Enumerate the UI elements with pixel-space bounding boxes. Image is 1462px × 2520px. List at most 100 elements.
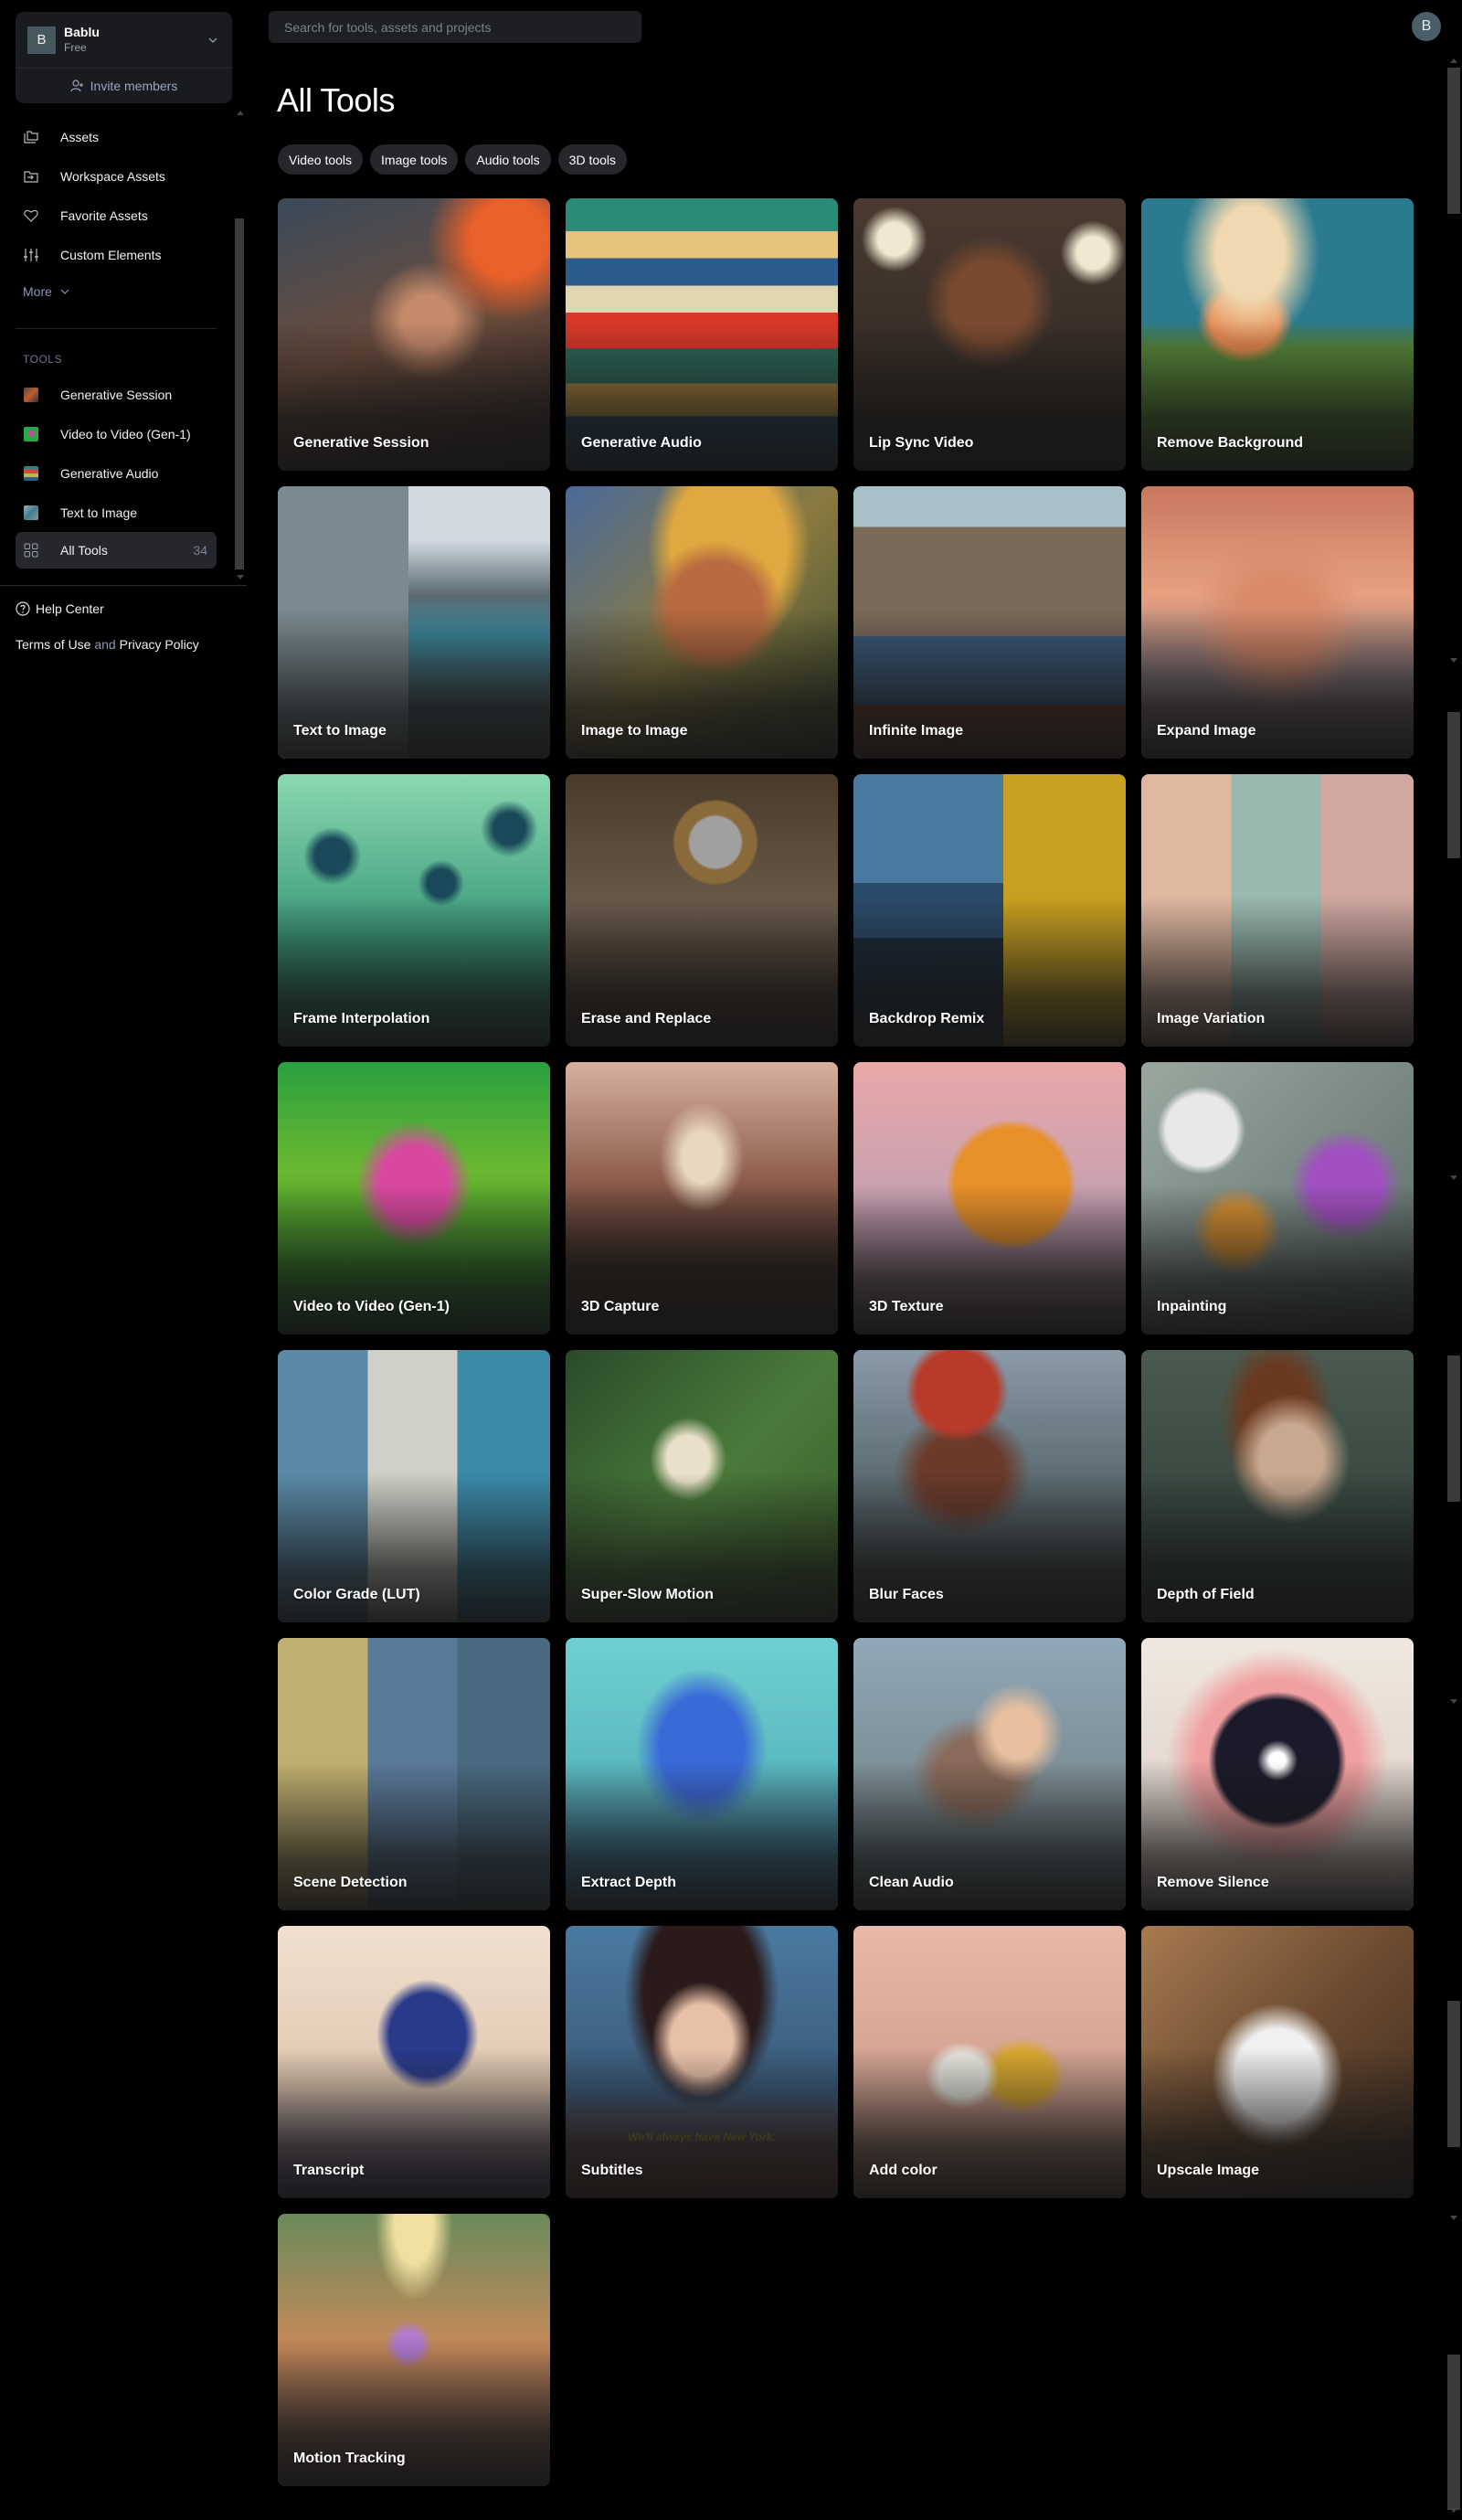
sidebar-item-generative-session[interactable]: Generative Session xyxy=(16,377,217,413)
scroll-marker-icon xyxy=(1450,658,1457,663)
tool-card-label: Upscale Image xyxy=(1157,2163,1260,2178)
scroll-up-arrow-icon[interactable] xyxy=(1450,58,1457,63)
user-plus-icon xyxy=(70,80,83,92)
page-scrollbar-thumb[interactable] xyxy=(1447,2355,1460,2510)
filter-chips: Video tools Image tools Audio tools 3D t… xyxy=(278,144,628,175)
sidebar-item-generative-audio[interactable]: Generative Audio xyxy=(16,455,217,492)
filter-3d-tools[interactable]: 3D tools xyxy=(557,144,628,175)
tool-card-upscale-image[interactable]: Upscale Image xyxy=(1141,1926,1414,2198)
sidebar-scrollbar[interactable] xyxy=(235,111,244,586)
scroll-marker-icon xyxy=(1450,2216,1457,2220)
page-title: All Tools xyxy=(277,81,395,119)
more-label: More xyxy=(23,284,52,299)
sidebar-item-label: Generative Session xyxy=(60,388,173,402)
tool-card-transcript[interactable]: Transcript xyxy=(278,1926,550,2198)
tool-card-inpainting[interactable]: Inpainting xyxy=(1141,1062,1414,1334)
tool-card-label: Generative Session xyxy=(293,435,429,451)
tool-card-label: Generative Audio xyxy=(581,435,702,451)
tool-card-image-to-image[interactable]: Image to Image xyxy=(566,486,838,759)
tool-card-motion-tracking[interactable]: Motion Tracking xyxy=(278,2214,550,2486)
page-scrollbar-thumb[interactable] xyxy=(1447,712,1460,858)
tool-card-super-slow-motion[interactable]: Super-Slow Motion xyxy=(566,1350,838,1622)
tool-card-label: Lip Sync Video xyxy=(869,435,974,451)
tools-grid: Generative Session Generative Audio Lip Sy… xyxy=(278,198,1414,2486)
sidebar-item-label: Assets xyxy=(60,130,100,144)
tool-card-blur-faces[interactable]: Blur Faces xyxy=(853,1350,1126,1622)
scroll-down-arrow-icon[interactable] xyxy=(1450,2508,1457,2513)
tool-card-label: Video to Video (Gen-1) xyxy=(293,1299,450,1314)
tool-card-label: Color Grade (LUT) xyxy=(293,1587,420,1602)
search-input[interactable] xyxy=(269,11,641,43)
tool-card-frame-interpolation[interactable]: Frame Interpolation xyxy=(278,774,550,1047)
filter-video-tools[interactable]: Video tools xyxy=(278,144,364,175)
tool-card-remove-silence[interactable]: Remove Silence xyxy=(1141,1638,1414,1910)
page-scrollbar[interactable] xyxy=(1447,58,1460,2517)
sidebar-item-all-tools[interactable]: All Tools 34 xyxy=(16,532,217,569)
filter-audio-tools[interactable]: Audio tools xyxy=(465,144,551,175)
tool-card-label: Depth of Field xyxy=(1157,1587,1255,1602)
tool-card-extract-depth[interactable]: Extract Depth xyxy=(566,1638,838,1910)
page-scrollbar-thumb[interactable] xyxy=(1447,68,1460,214)
workspace-switcher: B Bablu Free Invite members xyxy=(16,12,232,103)
tool-card-erase-and-replace[interactable]: Erase and Replace xyxy=(566,774,838,1047)
tool-card-generative-audio[interactable]: Generative Audio xyxy=(566,198,838,471)
workspace-selector[interactable]: B Bablu Free xyxy=(16,12,232,69)
legal-links: Terms of Use and Privacy Policy xyxy=(16,637,199,652)
tool-card-label: 3D Capture xyxy=(581,1299,660,1314)
page-scrollbar-thumb[interactable] xyxy=(1447,2001,1460,2147)
tool-card-add-color[interactable]: Add color xyxy=(853,1926,1126,2198)
sidebar-item-favorite-assets[interactable]: Favorite Assets xyxy=(16,197,217,234)
terms-of-use-link[interactable]: Terms of Use xyxy=(16,637,90,652)
tool-card-expand-image[interactable]: Expand Image xyxy=(1141,486,1414,759)
sidebar-item-custom-elements[interactable]: Custom Elements xyxy=(16,237,217,273)
folder-import-icon xyxy=(23,168,39,185)
generative-audio-thumbnail-icon xyxy=(23,465,39,482)
tool-card-label: Super-Slow Motion xyxy=(581,1587,714,1602)
help-circle-icon xyxy=(16,601,30,616)
workspace-avatar: B xyxy=(27,26,56,54)
tool-card-image-variation[interactable]: Image Variation xyxy=(1141,774,1414,1047)
sidebar-item-label: Generative Audio xyxy=(60,466,159,481)
tool-card-subtitles[interactable]: We'll always have New York.Subtitles xyxy=(566,1926,838,2198)
user-avatar[interactable]: B xyxy=(1412,12,1441,41)
page-scrollbar-thumb[interactable] xyxy=(1447,1356,1460,1502)
tool-card-lip-sync-video[interactable]: Lip Sync Video xyxy=(853,198,1126,471)
and-text: and xyxy=(94,637,116,652)
sidebar-more-toggle[interactable]: More xyxy=(23,284,70,299)
tool-card-label: Text to Image xyxy=(293,723,387,739)
tool-card-3d-texture[interactable]: 3D Texture xyxy=(853,1062,1126,1334)
sidebar-item-label: Workspace Assets xyxy=(60,169,165,184)
sidebar-item-assets[interactable]: Assets xyxy=(16,119,217,155)
scroll-up-arrow-icon[interactable] xyxy=(237,111,244,115)
sidebar-item-label: Video to Video (Gen-1) xyxy=(60,427,191,441)
sidebar-divider xyxy=(16,328,217,329)
tool-card-scene-detection[interactable]: Scene Detection xyxy=(278,1638,550,1910)
sidebar: B Bablu Free Invite members LIBRARY Asse… xyxy=(0,0,247,2520)
scroll-down-arrow-icon[interactable] xyxy=(237,575,244,579)
tool-card-label: Motion Tracking xyxy=(293,2451,406,2466)
tool-card-color-grade-lut[interactable]: Color Grade (LUT) xyxy=(278,1350,550,1622)
tool-card-3d-capture[interactable]: 3D Capture xyxy=(566,1062,838,1334)
help-center-link[interactable]: Help Center xyxy=(16,601,104,616)
video-to-video-thumbnail-icon xyxy=(23,426,39,442)
filter-image-tools[interactable]: Image tools xyxy=(370,144,459,175)
sidebar-item-workspace-assets[interactable]: Workspace Assets xyxy=(16,158,217,195)
tool-card-video-to-video-gen-1[interactable]: Video to Video (Gen-1) xyxy=(278,1062,550,1334)
tool-card-text-to-image[interactable]: Text to Image xyxy=(278,486,550,759)
scroll-marker-icon xyxy=(1450,1175,1457,1180)
sidebar-item-video-to-video[interactable]: Video to Video (Gen-1) xyxy=(16,416,217,452)
chevron-down-icon xyxy=(208,37,217,43)
sidebar-scrollbar-thumb[interactable] xyxy=(235,218,244,569)
sidebar-item-text-to-image[interactable]: Text to Image xyxy=(16,494,217,531)
tool-card-clean-audio[interactable]: Clean Audio xyxy=(853,1638,1126,1910)
tool-card-remove-background[interactable]: Remove Background xyxy=(1141,198,1414,471)
tool-count-badge: 34 xyxy=(193,543,207,558)
tool-card-infinite-image[interactable]: Infinite Image xyxy=(853,486,1126,759)
tool-card-backdrop-remix[interactable]: Backdrop Remix xyxy=(853,774,1126,1047)
tool-card-depth-of-field[interactable]: Depth of Field xyxy=(1141,1350,1414,1622)
tool-card-generative-session[interactable]: Generative Session xyxy=(278,198,550,471)
invite-members-button[interactable]: Invite members xyxy=(16,69,232,103)
privacy-policy-link[interactable]: Privacy Policy xyxy=(120,637,199,652)
tool-card-label: Remove Silence xyxy=(1157,1875,1269,1890)
tool-card-label: Subtitles xyxy=(581,2163,643,2178)
